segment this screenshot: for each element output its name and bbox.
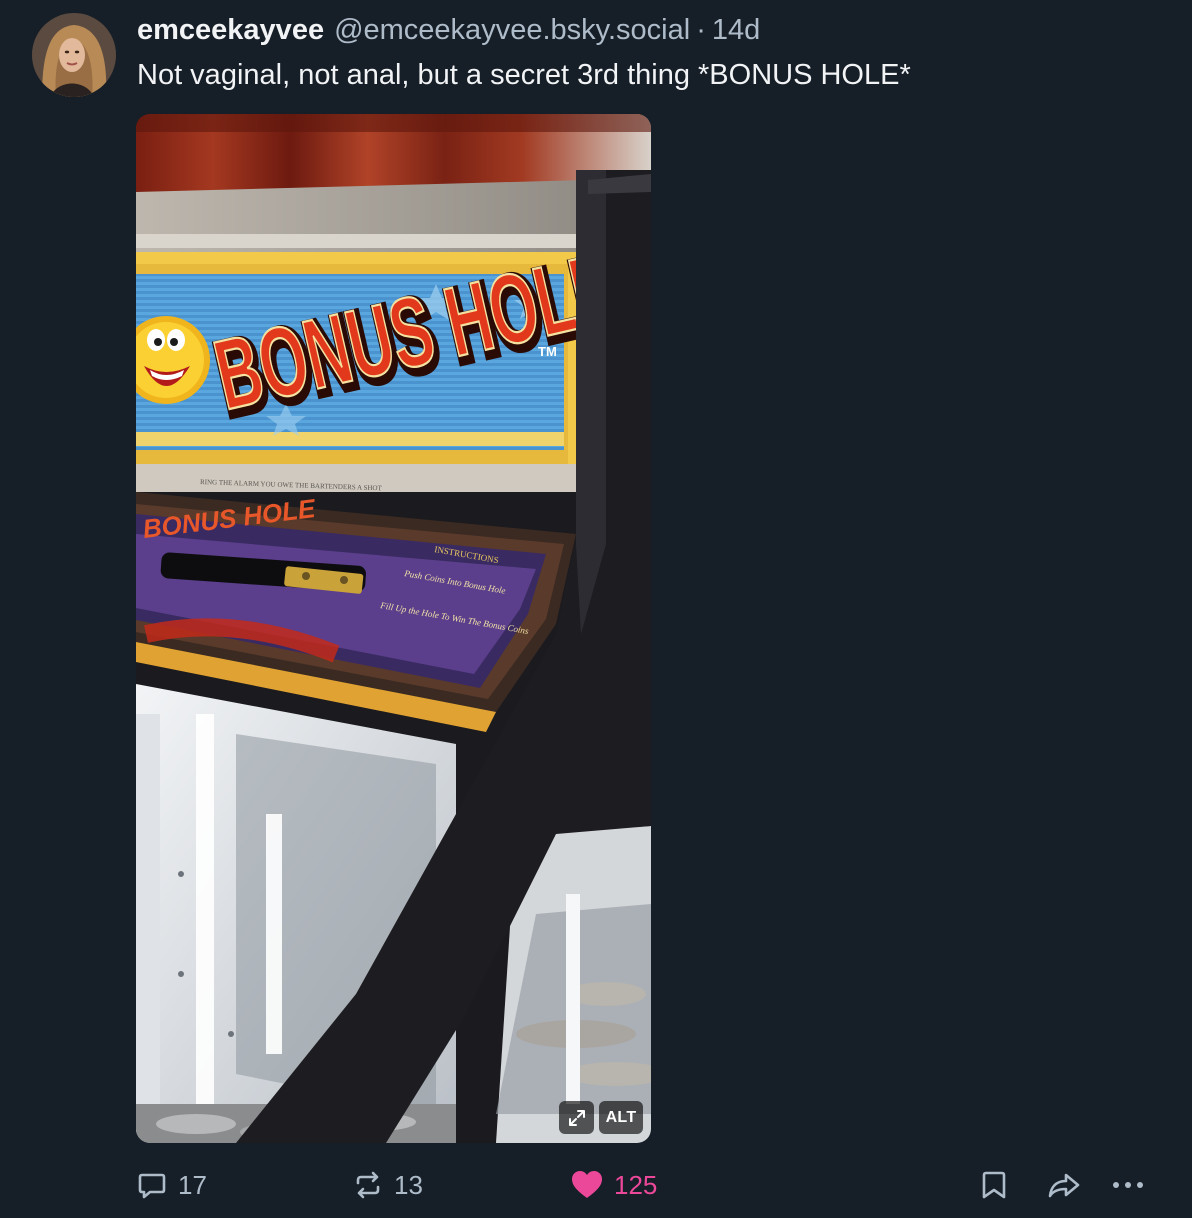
expand-icon [568,1109,585,1126]
share-icon [1046,1169,1082,1201]
arcade-photo: BONUS HOLE BONUS HOLE TM RING THE ALARM … [136,114,651,1143]
post-header: emceekayvee @emceekayvee.bsky.social · 1… [137,12,760,48]
author-avatar[interactable] [32,13,116,97]
alt-text-button[interactable]: ALT [599,1101,643,1134]
bookmark-icon [980,1169,1008,1201]
sign-tm-text: TM [538,344,557,359]
reply-button[interactable]: 17 [136,1162,207,1208]
heart-icon [570,1169,604,1201]
reply-count: 17 [178,1169,207,1200]
repost-button[interactable]: 13 [352,1162,423,1208]
more-icon [1108,1169,1148,1201]
bookmark-button[interactable] [980,1162,1008,1208]
header-separator: · [696,14,706,46]
author-display-name[interactable]: emceekayvee [137,12,324,48]
post-timestamp[interactable]: 14d [712,12,760,48]
like-button[interactable]: 125 [570,1162,657,1208]
share-button[interactable] [1046,1162,1082,1208]
like-count: 125 [614,1169,658,1200]
reply-icon [136,1169,168,1201]
expand-image-button[interactable] [559,1101,594,1134]
repost-count: 13 [394,1169,423,1200]
post-image[interactable]: BONUS HOLE BONUS HOLE TM RING THE ALARM … [136,114,651,1143]
post-actions: 17 13 125 [0,1162,1192,1208]
more-options-button[interactable] [1108,1162,1148,1208]
post-text: Not vaginal, not anal, but a secret 3rd … [137,59,911,91]
avatar-photo [32,13,116,97]
post: emceekayvee @emceekayvee.bsky.social · 1… [0,0,1192,1218]
author-handle[interactable]: @emceekayvee.bsky.social [334,12,690,48]
repost-icon [352,1169,384,1201]
